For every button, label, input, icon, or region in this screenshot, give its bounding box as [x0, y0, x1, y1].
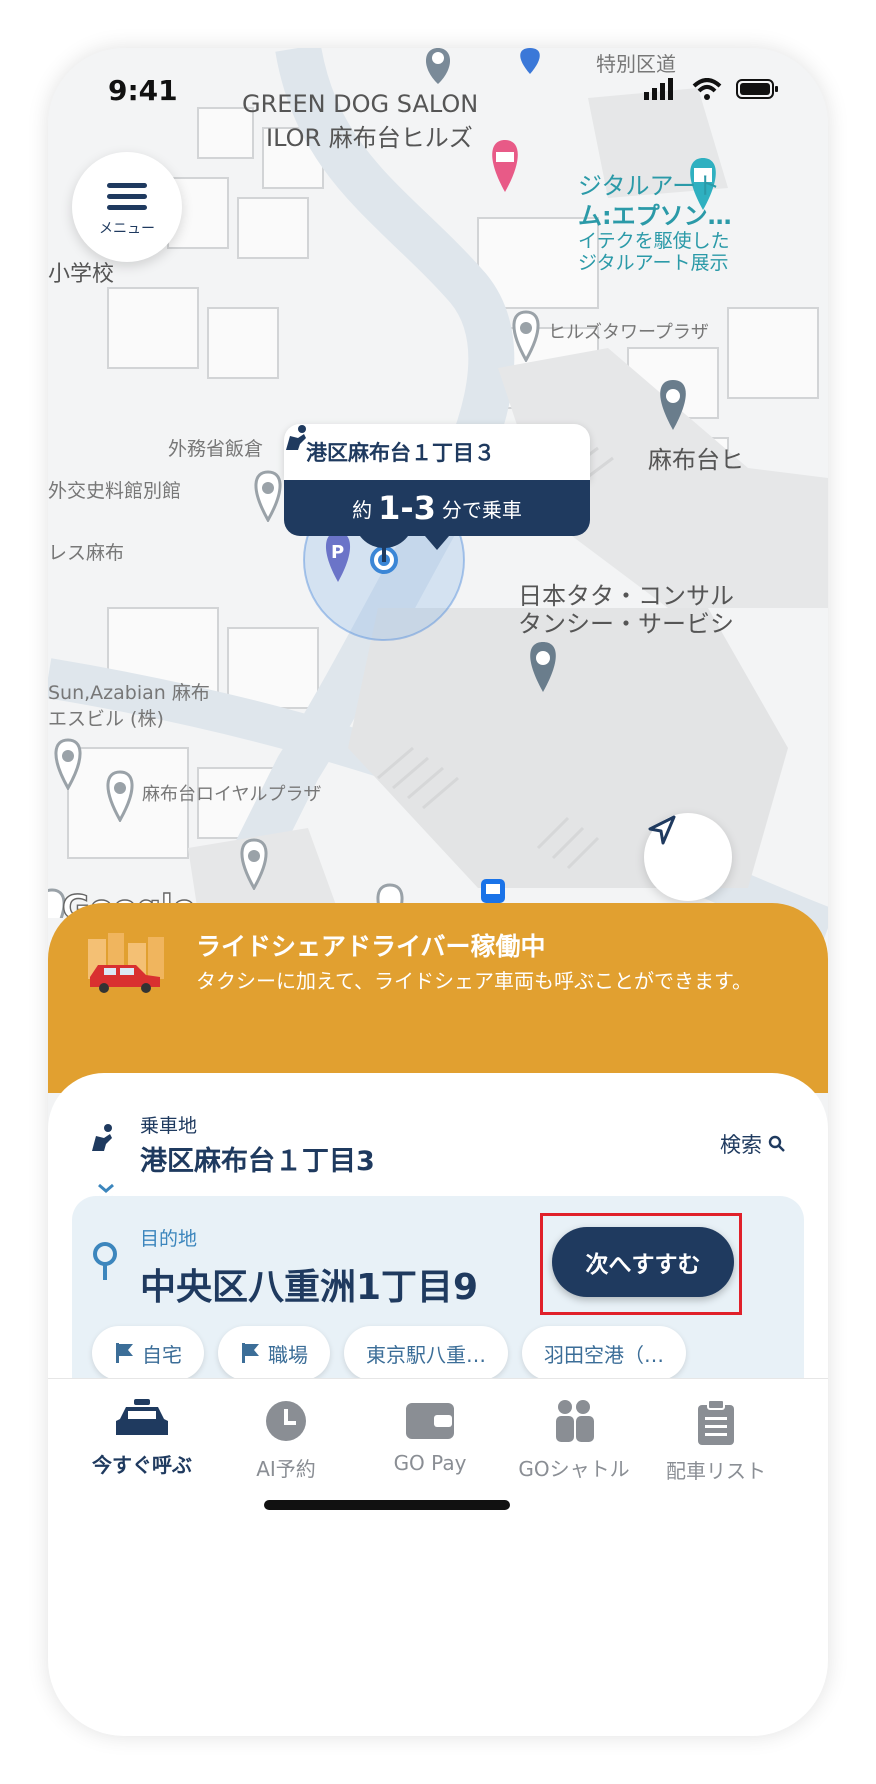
- taxi-icon: [116, 1399, 168, 1435]
- tab-go-shuttle[interactable]: GOシャトル: [504, 1399, 644, 1482]
- map-pin-icon[interactable]: [100, 770, 140, 822]
- shortcut-chip-tokyo-station[interactable]: 東京駅八重…: [344, 1326, 508, 1380]
- navigation-arrow-icon: [648, 815, 676, 845]
- chip-label: 羽田空港（…: [544, 1342, 664, 1367]
- callout-pickup-address: 港区麻布台１丁目３: [306, 441, 495, 465]
- map-pin-icon[interactable]: [652, 378, 694, 432]
- status-bar: 9:41: [48, 48, 828, 128]
- chip-label: 東京駅八重…: [366, 1342, 486, 1367]
- pickup-callout[interactable]: 港区麻布台１丁目３ 約 1-3 分で乗車: [284, 424, 590, 550]
- map-label: 麻布台ヒ: [648, 446, 744, 474]
- map-label: 小学校: [48, 262, 115, 287]
- current-location-button[interactable]: [644, 813, 732, 901]
- search-label: 検索: [720, 1133, 762, 1157]
- callout-top: 港区麻布台１丁目３: [284, 424, 590, 480]
- map-label: ヒルズタワープラザ: [548, 322, 709, 343]
- wifi-icon: [692, 78, 722, 100]
- status-time: 9:41: [108, 74, 178, 107]
- menu-label: メニュー: [99, 220, 155, 237]
- status-icons: [644, 78, 780, 100]
- rideshare-banner[interactable]: ライドシェアドライバー稼働中 タクシーに加えて、ライドシェア車両も呼ぶことができ…: [48, 903, 828, 1093]
- tab-call-now[interactable]: 今すぐ呼ぶ: [72, 1399, 212, 1478]
- rideshare-car-illustration: [88, 933, 164, 993]
- map-label: エスビル (株): [48, 708, 164, 730]
- chip-label: 職場: [268, 1342, 308, 1367]
- map-pin-icon[interactable]: [234, 838, 274, 890]
- tab-label: GO Pay: [393, 1451, 467, 1475]
- phone-screen: P GREEN DOG SALON ILOR 麻布台ヒルズ ジタルアート ム:エ…: [48, 48, 828, 1736]
- banner-description: タクシーに加えて、ライドシェア車両も呼ぶことができます。: [196, 969, 752, 993]
- clipboard-icon: [698, 1399, 734, 1445]
- flag-icon: [242, 1343, 259, 1363]
- tab-label: 配車リスト: [666, 1459, 766, 1483]
- person-hailing-icon: [92, 1124, 112, 1151]
- destination-label: 目的地: [140, 1228, 198, 1250]
- banner-title: ライドシェアドライバー稼働中: [196, 932, 546, 961]
- callout-eta: 約 1-3 分で乗車: [284, 480, 590, 536]
- eta-prefix: 約: [352, 497, 373, 522]
- destination-address[interactable]: 中央区八重洲1丁目9: [140, 1258, 478, 1310]
- map-label: タンシー・サービシ: [518, 610, 734, 638]
- signal-icon: [644, 78, 673, 100]
- eta-range: 1-3: [378, 489, 436, 527]
- flag-icon: [116, 1343, 133, 1363]
- next-button[interactable]: 次へすすむ: [552, 1227, 734, 1297]
- destination-pin-icon: [93, 1242, 117, 1280]
- map-pin-icon[interactable]: [48, 738, 88, 790]
- map-label: 外務省飯倉: [168, 438, 264, 460]
- pickup-address[interactable]: 港区麻布台１丁目3: [140, 1139, 375, 1178]
- map-pin-icon[interactable]: [522, 640, 564, 694]
- shortcut-chips: 自宅 職場 東京駅八重… 羽田空港（…: [92, 1326, 686, 1380]
- wallet-icon: [406, 1403, 454, 1439]
- shortcut-chip-work[interactable]: 職場: [218, 1326, 330, 1380]
- shortcut-chip-home[interactable]: 自宅: [92, 1326, 204, 1380]
- tab-ai-reservation[interactable]: AI予約: [216, 1399, 356, 1482]
- map-label: Sun,Azabian 麻布: [48, 682, 210, 704]
- tab-dispatch-list[interactable]: 配車リスト: [646, 1399, 786, 1484]
- people-icon: [556, 1400, 594, 1442]
- bottom-sheet: ライドシェアドライバー稼働中 タクシーに加えて、ライドシェア車両も呼ぶことができ…: [48, 903, 828, 1736]
- map-label: ジタルアート展示: [578, 252, 729, 274]
- menu-button[interactable]: メニュー: [72, 152, 182, 262]
- search-link[interactable]: 検索: [720, 1129, 786, 1159]
- search-icon: [768, 1135, 785, 1152]
- map-label: 麻布台ロイヤルプラザ: [142, 784, 322, 805]
- map-label: 外交史料館別館: [48, 480, 182, 502]
- chip-label: 自宅: [142, 1342, 182, 1367]
- person-hailing-icon: [286, 425, 306, 450]
- tab-label: GOシャトル: [518, 1457, 630, 1481]
- pickup-label: 乗車地: [140, 1115, 198, 1137]
- battery-icon: [736, 79, 778, 99]
- callout-tip: [425, 536, 449, 550]
- tab-bar: 今すぐ呼ぶ AI予約 GO Pay GOシャトル 配車リスト: [48, 1378, 828, 1559]
- map-pin-icon[interactable]: [506, 310, 546, 362]
- hamburger-icon: [107, 177, 147, 216]
- map-pin-icon[interactable]: [248, 470, 288, 522]
- shortcut-chip-haneda[interactable]: 羽田空港（…: [522, 1326, 686, 1380]
- map-view[interactable]: P GREEN DOG SALON ILOR 麻布台ヒルズ ジタルアート ム:エ…: [48, 48, 828, 1048]
- tab-label: 今すぐ呼ぶ: [92, 1453, 192, 1477]
- clock-icon: [266, 1401, 306, 1441]
- tab-go-pay[interactable]: GO Pay: [360, 1399, 500, 1475]
- home-indicator[interactable]: [264, 1500, 510, 1510]
- hotel-pin-icon[interactable]: [484, 138, 526, 194]
- eta-suffix: 分で乗車: [441, 497, 522, 522]
- tab-label: AI予約: [256, 1457, 316, 1481]
- map-label: レス麻布: [48, 542, 125, 564]
- bus-stop-icon[interactable]: [480, 878, 506, 904]
